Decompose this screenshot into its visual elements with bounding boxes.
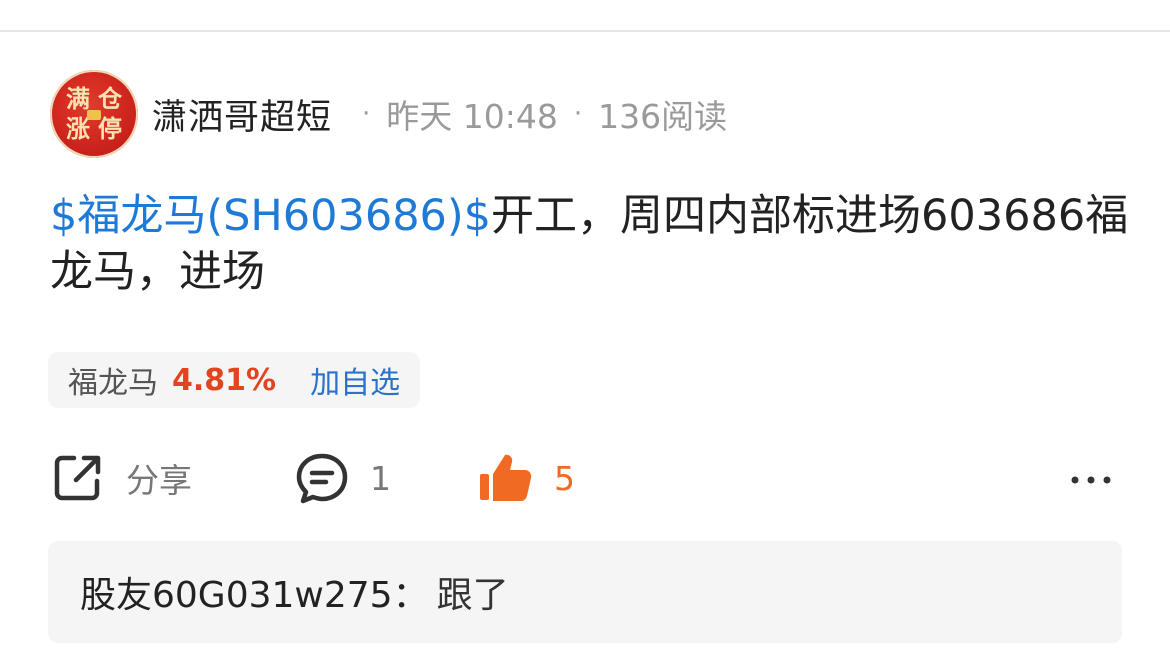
chip-stock-name: 福龙马 [68, 366, 158, 401]
comment-count: 1 [370, 458, 391, 498]
comment-icon [296, 453, 348, 504]
read-count: 136阅读 [598, 97, 728, 136]
share-label: 分享 [126, 461, 192, 500]
action-bar: 分享 1 5 [50, 448, 1120, 508]
commenter-name[interactable]: 股友60G031w275： [80, 566, 429, 618]
stock-link[interactable]: $福龙马(SH603686)$ [50, 191, 491, 241]
comment-text: 跟了 [436, 575, 509, 616]
author-name[interactable]: 潇洒哥超短 [152, 89, 332, 140]
top-divider [0, 30, 1170, 32]
meta-separator: · [362, 99, 371, 129]
meta-separator: · [573, 99, 583, 129]
more-icon [1071, 476, 1111, 484]
comment-preview[interactable]: 股友60G031w275： 跟了 [48, 541, 1122, 643]
stock-chip[interactable]: 福龙马 4.81% 加自选 [48, 352, 421, 408]
add-watchlist-button[interactable]: 加自选 [310, 358, 400, 402]
avatar[interactable]: 满 仓 涨 停 [50, 70, 138, 158]
more-button[interactable] [1066, 448, 1116, 508]
post-time: 昨天 10:48 [386, 97, 558, 136]
comment-button[interactable]: 1 [294, 448, 391, 508]
like-count: 5 [554, 458, 575, 498]
avatar-seal [87, 110, 101, 120]
chip-stock-change: 4.81% [172, 362, 277, 398]
post-body: $福龙马(SH603686)$开工，周四内部标进场603686福龙马，进场 [50, 188, 1130, 300]
thumbs-up-icon [480, 454, 532, 501]
like-button[interactable]: 5 [478, 448, 575, 508]
share-icon [54, 455, 101, 501]
post-header: 满 仓 涨 停 潇洒哥超短 · 昨天 10:48 · 136阅读 [50, 70, 727, 158]
post-meta: · 昨天 10:48 · 136阅读 [346, 90, 727, 138]
share-button[interactable]: 分享 [50, 448, 192, 508]
